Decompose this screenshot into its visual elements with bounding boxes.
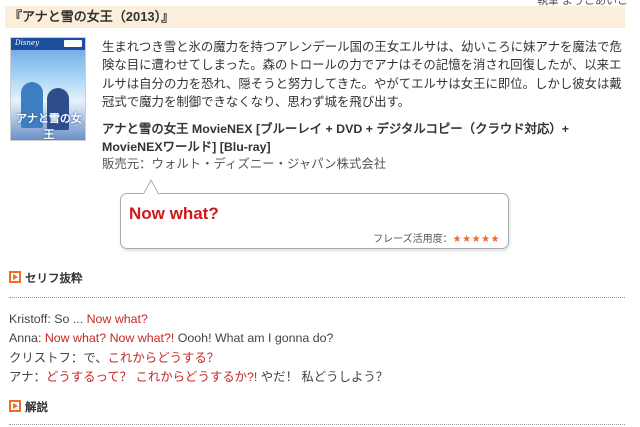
- movie-synopsis: 生まれつき雪と氷の魔力を持つアレンデール国の王女エルサは、幼いころに妹アナを魔法…: [102, 40, 622, 110]
- dialogue-highlight: どうするって？ これからどうするか?!: [45, 370, 258, 385]
- bluray-badge-icon: [64, 40, 82, 47]
- dialogue-line: クリストフ：で、これからどうする？: [9, 349, 625, 368]
- arrow-right-icon: [9, 400, 21, 412]
- dialogue-speaker: クリストフ：: [9, 350, 84, 365]
- phrase-speech-bubble: Now what? フレーズ活用度：★★★★★: [120, 193, 509, 249]
- dialogue-after: やだ！ 私どうしよう？: [257, 370, 389, 385]
- product-title-link[interactable]: アナと雪の女王 MovieNEX [ブルーレイ + DVD + デジタルコピー（…: [102, 120, 627, 157]
- arrow-right-icon: [9, 271, 21, 283]
- dialogue-excerpt: Kristoff: So ... Now what? Anna: Now wha…: [9, 310, 625, 388]
- speech-bubble-tail-inner: [144, 181, 158, 194]
- dialogue-highlight: Now what? Now what?!: [44, 331, 175, 346]
- dialogue-text: で、: [83, 350, 108, 365]
- section-heading-commentary: 解説: [9, 400, 48, 416]
- dialogue-speaker: アナ：: [9, 370, 46, 385]
- product-cover-image[interactable]: Disney アナと雪の女王: [10, 37, 86, 141]
- dialogue-speaker: Kristoff:: [9, 312, 55, 326]
- dialogue-highlight: Now what?: [86, 312, 148, 326]
- dialogue-highlight: これからどうする？: [107, 350, 220, 365]
- section-heading-serif: セリフ抜粋: [9, 271, 83, 287]
- section-heading-label: 解説: [25, 402, 48, 414]
- section-heading-label: セリフ抜粋: [25, 273, 83, 285]
- dialogue-text: So ...: [54, 312, 87, 326]
- section-divider: [9, 297, 625, 298]
- rating-label: フレーズ活用度：: [373, 234, 453, 245]
- dialogue-line: アナ：どうするって？ これからどうするか?! やだ！ 私どうしよう？: [9, 368, 625, 387]
- dialogue-line: Kristoff: So ... Now what?: [9, 310, 625, 329]
- disney-logo: Disney: [15, 39, 40, 47]
- dialogue-after: Oooh! What am I gonna do?: [174, 331, 334, 346]
- product-seller: 販売元：ウォルト・ディズニー・ジャパン株式会社: [102, 157, 387, 171]
- cover-title: アナと雪の女王: [16, 112, 82, 141]
- section-divider: [9, 424, 625, 425]
- star-rating-icon: ★★★★★: [452, 234, 500, 245]
- featured-phrase: Now what?: [129, 204, 219, 223]
- phrase-usefulness-rating: フレーズ活用度：★★★★★: [373, 230, 500, 245]
- movie-title-bar: 『アナと雪の女王（2013）』: [5, 6, 625, 28]
- dialogue-speaker: Anna:: [9, 331, 45, 346]
- dialogue-line: Anna: Now what? Now what?! Oooh! What am…: [9, 329, 625, 348]
